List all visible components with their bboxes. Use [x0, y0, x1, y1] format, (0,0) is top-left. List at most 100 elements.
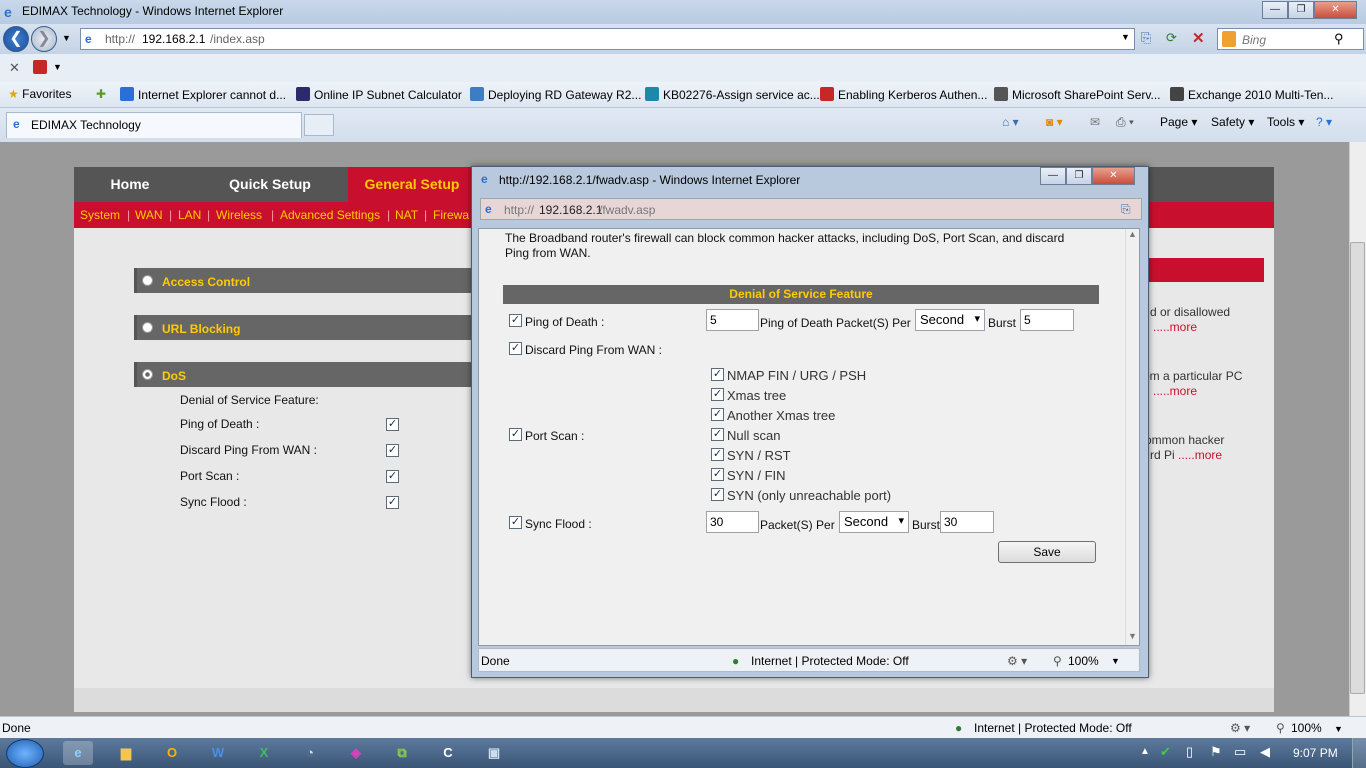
ping-of-death-burst-input[interactable]: 5 [1020, 309, 1074, 331]
submenu-advanced-settings[interactable]: Advanced Settings [280, 208, 380, 222]
print-icon[interactable]: ⎙ ▾ [1116, 115, 1134, 130]
safety-menu[interactable]: Safety ▾ [1211, 115, 1254, 129]
favorite-link-7[interactable]: Exchange 2010 Multi-Ten... [1170, 87, 1333, 102]
sync-flood-input[interactable]: 30 [706, 511, 759, 533]
taskbar-ie-icon[interactable]: e [63, 741, 93, 765]
search-icon[interactable]: ⚲ [1334, 31, 1344, 47]
favorite-link-5[interactable]: Enabling Kerberos Authen... [820, 87, 987, 102]
popup-zoom-dropdown-icon[interactable]: ▼ [1111, 656, 1120, 666]
maximize-button[interactable]: ❐ [1288, 1, 1314, 19]
compatibility-view-icon[interactable]: ⎘ [1141, 30, 1151, 46]
tab-home[interactable]: Home [74, 167, 186, 202]
refresh-icon[interactable]: ⟳ [1166, 30, 1177, 46]
dos-radio[interactable] [142, 369, 153, 380]
security-icon[interactable]: ⚙ ▾ [1230, 721, 1250, 735]
tray-flag-icon[interactable]: ⚑ [1210, 744, 1222, 760]
mail-icon[interactable]: ✉ [1090, 115, 1100, 129]
save-button[interactable]: Save [998, 541, 1096, 563]
dos-discard-ping-checkbox[interactable]: ✓ [386, 444, 399, 457]
section-access-control[interactable]: Access Control [134, 268, 474, 293]
dos-sync-flood-checkbox[interactable]: ✓ [386, 496, 399, 509]
section-url-blocking[interactable]: URL Blocking [134, 315, 474, 340]
more-link-1[interactable]: .....more [1153, 320, 1197, 334]
address-bar[interactable]: e http:// 192.168.2.1 /index.asp ▼ [80, 28, 1135, 50]
taskbar-paint-icon[interactable]: ◔ [295, 741, 325, 765]
syn-unreachable-checkbox[interactable]: ✓ [711, 488, 724, 501]
another-xmas-checkbox[interactable]: ✓ [711, 408, 724, 421]
address-dropdown-icon[interactable]: ▼ [1121, 32, 1130, 42]
tab-quick-setup[interactable]: Quick Setup [200, 167, 340, 202]
show-desktop-button[interactable] [1352, 738, 1366, 768]
forward-button[interactable]: ❯ [31, 26, 57, 52]
dos-port-scan-checkbox[interactable]: ✓ [386, 470, 399, 483]
ping-of-death-unit-select[interactable]: Second [915, 309, 985, 331]
taskbar-word-icon[interactable]: W [203, 741, 233, 765]
addon-icon[interactable] [33, 60, 47, 74]
url-blocking-radio[interactable] [142, 322, 153, 333]
home-icon[interactable]: ⌂ ▾ [1002, 115, 1019, 129]
syn-fin-checkbox[interactable]: ✓ [711, 468, 724, 481]
tray-volume-icon[interactable]: ◀ [1260, 744, 1270, 760]
port-scan-checkbox[interactable]: ✓ [509, 428, 522, 441]
dos-ping-of-death-checkbox[interactable]: ✓ [386, 418, 399, 431]
popup-zoom-level[interactable]: 100% [1068, 654, 1099, 668]
section-dos[interactable]: DoS [134, 362, 474, 387]
zoom-dropdown-icon[interactable]: ▼ [1334, 724, 1343, 734]
ping-of-death-checkbox[interactable]: ✓ [509, 314, 522, 327]
tab-general-setup[interactable]: General Setup [348, 167, 476, 202]
submenu-wireless[interactable]: Wireless [216, 208, 262, 222]
tray-sync-icon[interactable]: ✔ [1160, 744, 1171, 760]
favorite-link-3[interactable]: Deploying RD Gateway R2... [470, 87, 641, 102]
tray-expand-icon[interactable]: ▲ [1140, 746, 1150, 757]
history-dropdown-icon[interactable]: ▼ [62, 33, 71, 43]
taskbar-onenote-icon[interactable]: ◈ [341, 741, 371, 765]
more-link-2[interactable]: .....more [1153, 384, 1197, 398]
addon-dropdown-icon[interactable]: ▼ [53, 62, 62, 72]
submenu-wan[interactable]: WAN [135, 208, 163, 222]
submenu-lan[interactable]: LAN [178, 208, 201, 222]
submenu-firewall[interactable]: Firewa [433, 208, 469, 222]
popup-address-bar[interactable]: e http:// 192.168.2.1 /fwadv.asp ⎘ [480, 198, 1142, 220]
tray-clock[interactable]: 9:07 PM [1293, 746, 1338, 760]
taskbar-explorer-icon[interactable]: ▆ [111, 741, 141, 765]
tray-battery-icon[interactable]: ▯ [1186, 744, 1193, 760]
sync-flood-unit-select[interactable]: Second [839, 511, 909, 533]
close-window-button[interactable]: ✕ [1314, 1, 1357, 19]
page-menu[interactable]: Page ▾ [1160, 115, 1197, 129]
popup-close-button[interactable]: ✕ [1092, 167, 1135, 185]
sync-flood-checkbox[interactable]: ✓ [509, 516, 522, 529]
zoom-level[interactable]: 100% [1291, 721, 1322, 735]
feeds-icon[interactable]: ◙ ▾ [1046, 115, 1063, 129]
tray-network-icon[interactable]: ▭ [1234, 744, 1246, 760]
popup-minimize-button[interactable]: — [1040, 167, 1066, 185]
favorite-link-6[interactable]: Microsoft SharePoint Serv... [994, 87, 1161, 102]
popup-scrollbar[interactable]: ▲ ▼ [1125, 229, 1139, 645]
access-control-radio[interactable] [142, 275, 153, 286]
xmas-tree-checkbox[interactable]: ✓ [711, 388, 724, 401]
taskbar-outlook-icon[interactable]: O [157, 741, 187, 765]
close-icon[interactable]: ✕ [9, 60, 20, 76]
more-link-3[interactable]: .....more [1178, 448, 1222, 462]
add-favorite-icon[interactable]: ✚ [96, 87, 106, 101]
search-input[interactable]: Bing [1242, 33, 1266, 47]
stop-icon[interactable]: ✕ [1192, 29, 1205, 47]
tools-menu[interactable]: Tools ▾ [1267, 115, 1304, 129]
start-button[interactable] [6, 739, 44, 768]
syn-rst-checkbox[interactable]: ✓ [711, 448, 724, 461]
taskbar-excel-icon[interactable]: X [249, 741, 279, 765]
discard-ping-checkbox[interactable]: ✓ [509, 342, 522, 355]
back-button[interactable]: ❮ [3, 26, 29, 52]
nmap-checkbox[interactable]: ✓ [711, 368, 724, 381]
help-icon[interactable]: ? ▾ [1316, 115, 1332, 129]
tab-edimax[interactable]: e EDIMAX Technology [6, 112, 302, 138]
submenu-system[interactable]: System [80, 208, 120, 222]
popup-maximize-button[interactable]: ❐ [1066, 167, 1092, 185]
taskbar-app-c-icon[interactable]: C [433, 741, 463, 765]
favorite-link-2[interactable]: Online IP Subnet Calculator [296, 87, 462, 102]
minimize-button[interactable]: — [1262, 1, 1288, 19]
page-scrollbar-thumb[interactable] [1350, 242, 1365, 694]
new-tab-button[interactable] [304, 114, 334, 136]
sync-flood-burst-input[interactable]: 30 [940, 511, 994, 533]
submenu-nat[interactable]: NAT [395, 208, 418, 222]
favorite-link-1[interactable]: Internet Explorer cannot d... [120, 87, 286, 102]
